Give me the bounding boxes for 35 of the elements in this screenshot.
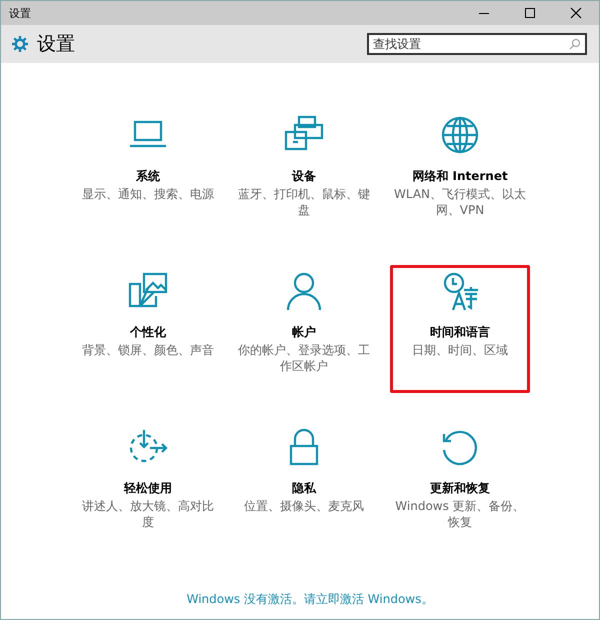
tile-title: 设备 xyxy=(292,168,316,185)
settings-tile[interactable]: 更新和恢复 Windows 更新、备份、恢复 xyxy=(390,421,530,549)
tile-description: 背景、锁屏、颜色、声音 xyxy=(82,343,214,359)
settings-tile[interactable]: 网络和 Internet WLAN、飞行模式、以太网、VPN xyxy=(390,109,530,237)
tile-description: WLAN、飞行模式、以太网、VPN xyxy=(394,187,526,218)
activation-link[interactable]: Windows 没有激活。请立即激活 Windows。 xyxy=(186,591,434,608)
settings-tile[interactable]: 个性化 背景、锁屏、颜色、声音 xyxy=(78,265,218,393)
tile-title: 更新和恢复 xyxy=(430,480,490,497)
tile-description: 讲述人、放大镜、高对比度 xyxy=(82,499,214,530)
settings-tile[interactable]: 隐私 位置、摄像头、麦克风 xyxy=(234,421,374,549)
settings-tile[interactable]: 轻松使用 讲述人、放大镜、高对比度 xyxy=(78,421,218,549)
settings-tile[interactable]: 系统 显示、通知、搜索、电源 xyxy=(78,109,218,237)
settings-icon xyxy=(11,35,29,53)
tile-description: Windows 更新、备份、恢复 xyxy=(394,499,526,530)
tile-title: 轻松使用 xyxy=(124,480,172,497)
tile-title: 时间和语言 xyxy=(430,324,490,341)
tile-title: 个性化 xyxy=(130,324,166,341)
tile-description: 你的帐户、登录选项、工作区帐户 xyxy=(238,343,370,374)
tile-title: 帐户 xyxy=(292,324,316,341)
tile-title: 系统 xyxy=(136,168,160,185)
tile-title: 隐私 xyxy=(292,480,316,497)
tile-description: 蓝牙、打印机、鼠标、键盘 xyxy=(238,187,370,218)
search-icon xyxy=(569,38,581,50)
maximize-icon xyxy=(524,7,536,19)
settings-tile[interactable]: 帐户 你的帐户、登录选项、工作区帐户 xyxy=(234,265,374,393)
tile-description: 日期、时间、区域 xyxy=(411,343,509,359)
tile-title: 网络和 Internet xyxy=(412,168,508,185)
close-icon xyxy=(570,7,582,19)
tile-description: 显示、通知、搜索、电源 xyxy=(82,187,214,203)
settings-tile[interactable]: 时间和语言 日期、时间、区域 xyxy=(390,265,530,393)
tile-description: 位置、摄像头、麦克风 xyxy=(243,499,365,515)
settings-tile[interactable]: 设备 蓝牙、打印机、鼠标、键盘 xyxy=(234,109,374,237)
page-title: 设置 xyxy=(37,32,76,57)
search-field[interactable]: 查找设置 xyxy=(367,33,587,55)
window-title: 设置 xyxy=(9,6,31,20)
